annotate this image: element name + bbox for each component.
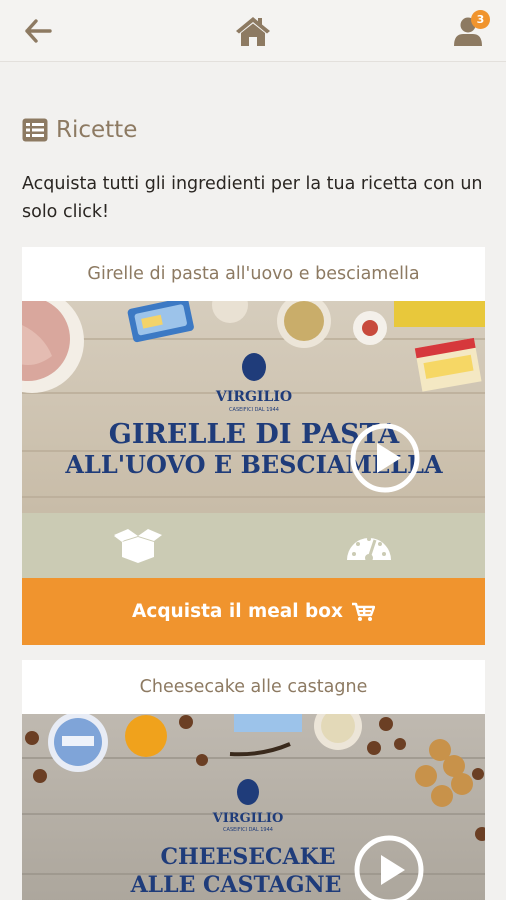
recipe-card: Girelle di pasta all'uovo e besciamella	[22, 247, 485, 645]
recipe-video-thumbnail[interactable]: VIRGILIO CASEIFICI DAL 1944 GIRELLE DI P…	[22, 301, 485, 513]
intro-text: Acquista tutti gli ingredienti per la tu…	[22, 174, 483, 222]
play-icon[interactable]	[349, 422, 421, 494]
image-title-line-1: CHEESECAKE	[161, 844, 336, 870]
notification-badge: 3	[471, 10, 490, 29]
difficulty-info	[254, 513, 486, 578]
gauge-icon	[347, 536, 392, 562]
top-bar: 3	[0, 0, 506, 62]
home-icon	[236, 17, 270, 46]
meal-box-info	[22, 513, 254, 578]
brand-logo: VIRGILIO	[212, 811, 284, 826]
recipe-card: Cheesecake alle castagne VIRGILIO CASEIF…	[22, 660, 485, 900]
section-heading: Ricette	[22, 114, 137, 146]
image-title-line-2: ALLE CASTAGNE	[130, 872, 342, 898]
recipe-title[interactable]: Cheesecake alle castagne	[22, 660, 485, 714]
recipe-info-bar	[22, 513, 485, 578]
buy-button-label: Acquista il meal box	[132, 601, 343, 622]
recipe-video-thumbnail[interactable]: VIRGILIO CASEIFICI DAL 1944 CHEESECAKE A…	[22, 714, 485, 900]
brand-tagline: CASEIFICI DAL 1944	[229, 407, 279, 413]
arrow-left-icon	[25, 19, 52, 43]
user-button[interactable]: 3	[446, 0, 490, 62]
brand-logo: VIRGILIO	[215, 389, 292, 405]
cart-icon	[351, 602, 375, 621]
box-open-icon	[113, 528, 162, 563]
list-icon	[22, 118, 48, 142]
page-title: Ricette	[56, 117, 138, 143]
brand-tagline: CASEIFICI DAL 1944	[223, 827, 273, 833]
home-button[interactable]	[231, 0, 275, 62]
buy-meal-box-button[interactable]: Acquista il meal box	[22, 578, 485, 645]
back-button[interactable]	[18, 0, 58, 62]
recipe-title[interactable]: Girelle di pasta all'uovo e besciamella	[22, 247, 485, 301]
play-icon[interactable]	[353, 834, 425, 900]
